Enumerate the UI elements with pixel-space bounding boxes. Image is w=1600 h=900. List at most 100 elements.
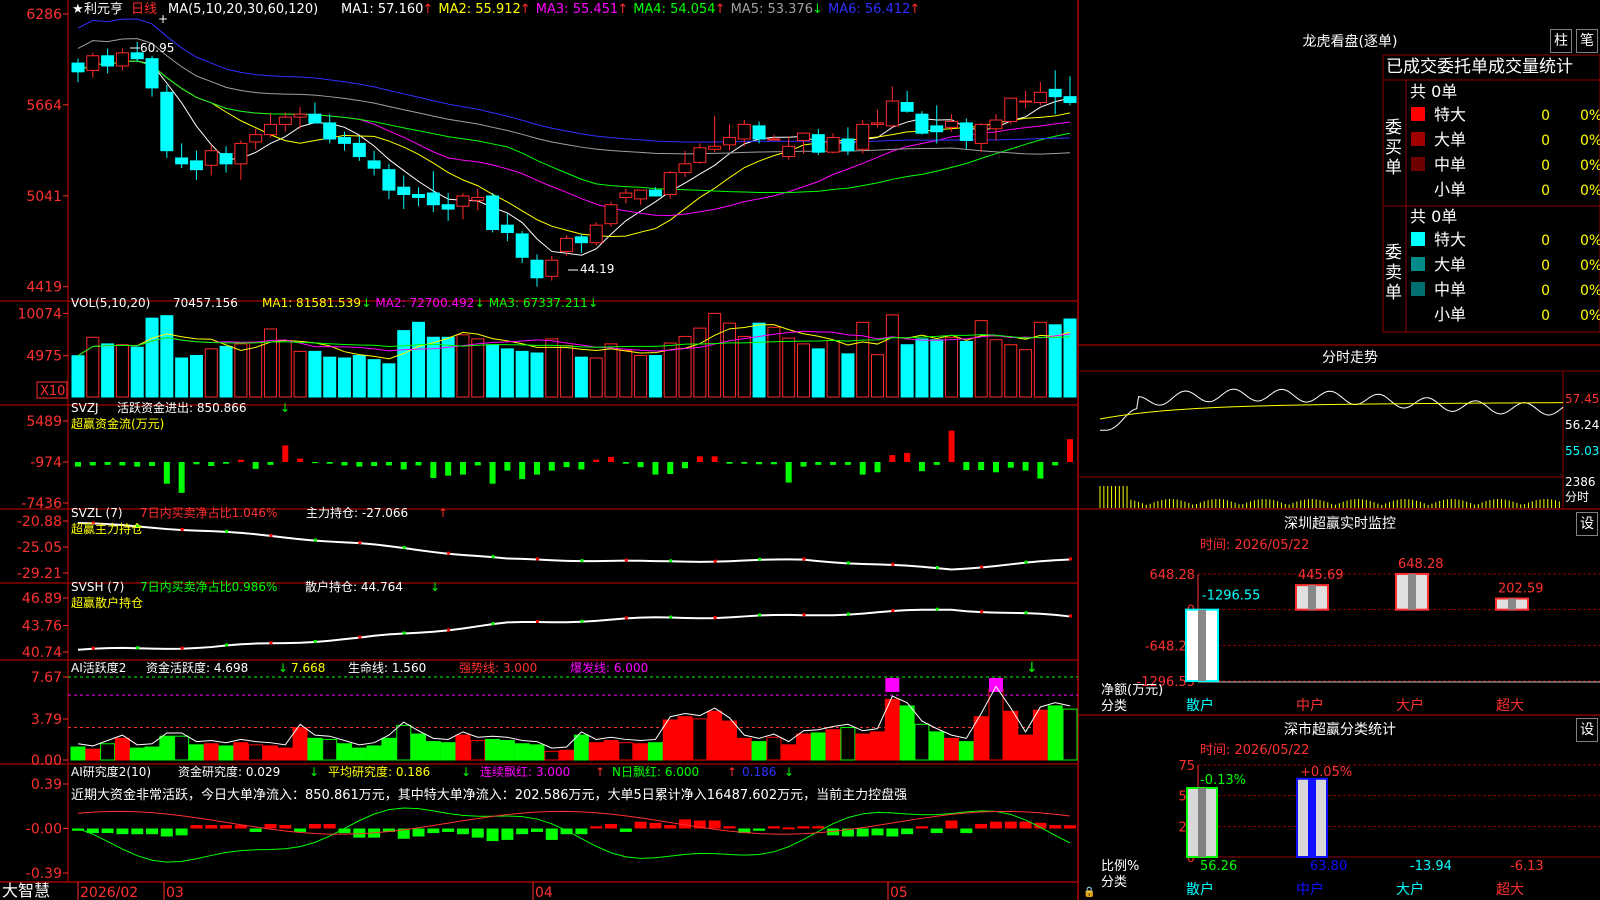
candlestick-panel[interactable]: 6286 5664 5041 4419 60.95 44.19 + <box>26 7 1077 296</box>
right-side-panels[interactable]: 委买单委卖单 <box>1078 54 1600 716</box>
svzj-panel[interactable]: 5489 -974 -7436 <box>21 414 1073 512</box>
activity-bar <box>736 737 752 761</box>
candle <box>471 196 485 201</box>
monitor-value-label: -1296.55 <box>1202 589 1260 604</box>
cursor-mark: + <box>158 12 168 26</box>
volume-bar <box>604 343 618 398</box>
flow-bar <box>178 462 185 493</box>
holding-dot <box>491 555 495 559</box>
order-type: 中单 <box>1434 280 1466 299</box>
candle <box>71 62 85 73</box>
volume-bar <box>708 312 722 398</box>
volume-bar <box>145 317 159 398</box>
research-bar <box>190 825 203 829</box>
classify-time: 时间: 2026/05/22 <box>1200 743 1309 758</box>
holding-dot <box>669 559 673 563</box>
flow-bar <box>1007 462 1014 468</box>
stock-chart-canvas[interactable]: 6286 5664 5041 4419 60.95 44.19 + 10074 4975 X10… <box>0 0 1600 900</box>
classify-settings-button[interactable]: 设 <box>1576 718 1598 742</box>
monitor-settings-button[interactable]: 设 <box>1576 512 1598 536</box>
svsh-panel[interactable]: 46.89 43.76 40.74 <box>22 591 1072 661</box>
holding-dot <box>713 616 717 620</box>
volume-bar <box>441 336 455 398</box>
flow-bar <box>385 462 392 466</box>
fenshi-vol-tick: 2386 <box>1565 475 1596 489</box>
flow-bar <box>430 462 437 478</box>
ma-legend-item: MA5: 53.376 <box>731 2 813 17</box>
fenshi-vol-label: 分时 <box>1565 490 1589 504</box>
vol-legend-item: MA1: 81581.539 <box>262 296 361 310</box>
order-percent: 0% <box>1580 308 1600 324</box>
brand-label: 大智慧 <box>2 881 50 900</box>
holding-dot <box>313 639 317 643</box>
volume-bar <box>782 337 796 398</box>
ma-arrow: ↑ <box>617 2 628 17</box>
activity-bar <box>470 740 486 761</box>
activity-bar <box>159 735 175 761</box>
volume-bar <box>574 356 588 398</box>
flow-bar <box>356 462 363 467</box>
activity-bar <box>1032 709 1048 761</box>
svzl-arrow: ↑ <box>438 506 448 520</box>
activity-bar <box>262 745 278 761</box>
order-volume: 0 <box>1541 158 1550 174</box>
flow-bar <box>208 462 215 467</box>
candle <box>826 137 840 153</box>
monitor-bar-shade <box>1308 585 1316 610</box>
ai1-a: 资金活跃度: 4.698 <box>146 660 248 675</box>
flow-bar <box>371 462 378 467</box>
bar-mode-button[interactable]: 柱 <box>1550 29 1572 53</box>
candle <box>708 145 722 150</box>
y-tick-label: 6286 <box>26 7 62 23</box>
activity-bar <box>366 745 382 761</box>
volume-panel[interactable]: 10074 4975 X10 <box>17 306 1077 399</box>
activity-bar <box>899 705 915 761</box>
activity-bar <box>914 723 930 761</box>
candle <box>323 122 337 140</box>
ma-params: MA(5,10,20,30,60,120) <box>168 2 318 17</box>
order-type: 特大 <box>1434 105 1466 124</box>
ai1-b: 7.668 <box>291 661 325 675</box>
holding-dot <box>669 615 673 619</box>
flow-bar <box>978 462 985 470</box>
ai-activity-panel[interactable]: 7.67 3.79 0.00 ↓ <box>31 660 1078 769</box>
monitor-side-label: 净额(万元) <box>1101 683 1163 698</box>
volume-bar <box>352 355 366 398</box>
research-bar <box>308 823 321 829</box>
research-bar <box>649 822 662 829</box>
flow-bar <box>918 462 925 472</box>
flow-bar <box>563 462 570 468</box>
research-bar <box>294 828 307 832</box>
flow-bar <box>933 462 940 465</box>
volume-bar <box>397 330 411 398</box>
period-label[interactable]: 日线 <box>131 2 157 17</box>
monitor-y-label: 648.28 <box>1150 568 1196 583</box>
holding-dot <box>358 635 362 639</box>
holding-dot <box>846 612 850 616</box>
star-icon[interactable]: ★ <box>72 2 84 17</box>
flow-bar <box>252 462 259 469</box>
svzl-panel[interactable]: -20.88 -25.05 -29.21 <box>17 514 1072 582</box>
volume-bar <box>160 315 174 398</box>
activity-bar <box>529 744 545 761</box>
lock-icon[interactable]: 🔒 <box>1083 886 1095 898</box>
candle <box>441 204 455 210</box>
volume-bar <box>426 336 440 398</box>
vol-arrow: ↓ <box>475 296 485 310</box>
pen-mode-button[interactable]: 笔 <box>1576 29 1598 53</box>
candle <box>841 138 855 152</box>
flow-bar <box>696 456 703 463</box>
holding-dot <box>491 622 495 626</box>
intraday-chart[interactable]: 57.45 56.24 55.03 <box>1078 371 1599 509</box>
svzl-hold: 主力持仓: -27.066 <box>306 505 408 520</box>
candle <box>530 259 544 279</box>
holding-dot <box>1069 557 1072 561</box>
avg-line <box>1099 402 1564 420</box>
flow-bar <box>267 462 274 465</box>
volume-bar <box>175 357 189 398</box>
candle <box>604 204 618 225</box>
candle <box>263 123 277 136</box>
activity-bar <box>455 734 471 761</box>
order-type: 特大 <box>1434 230 1466 249</box>
candle <box>160 91 174 152</box>
